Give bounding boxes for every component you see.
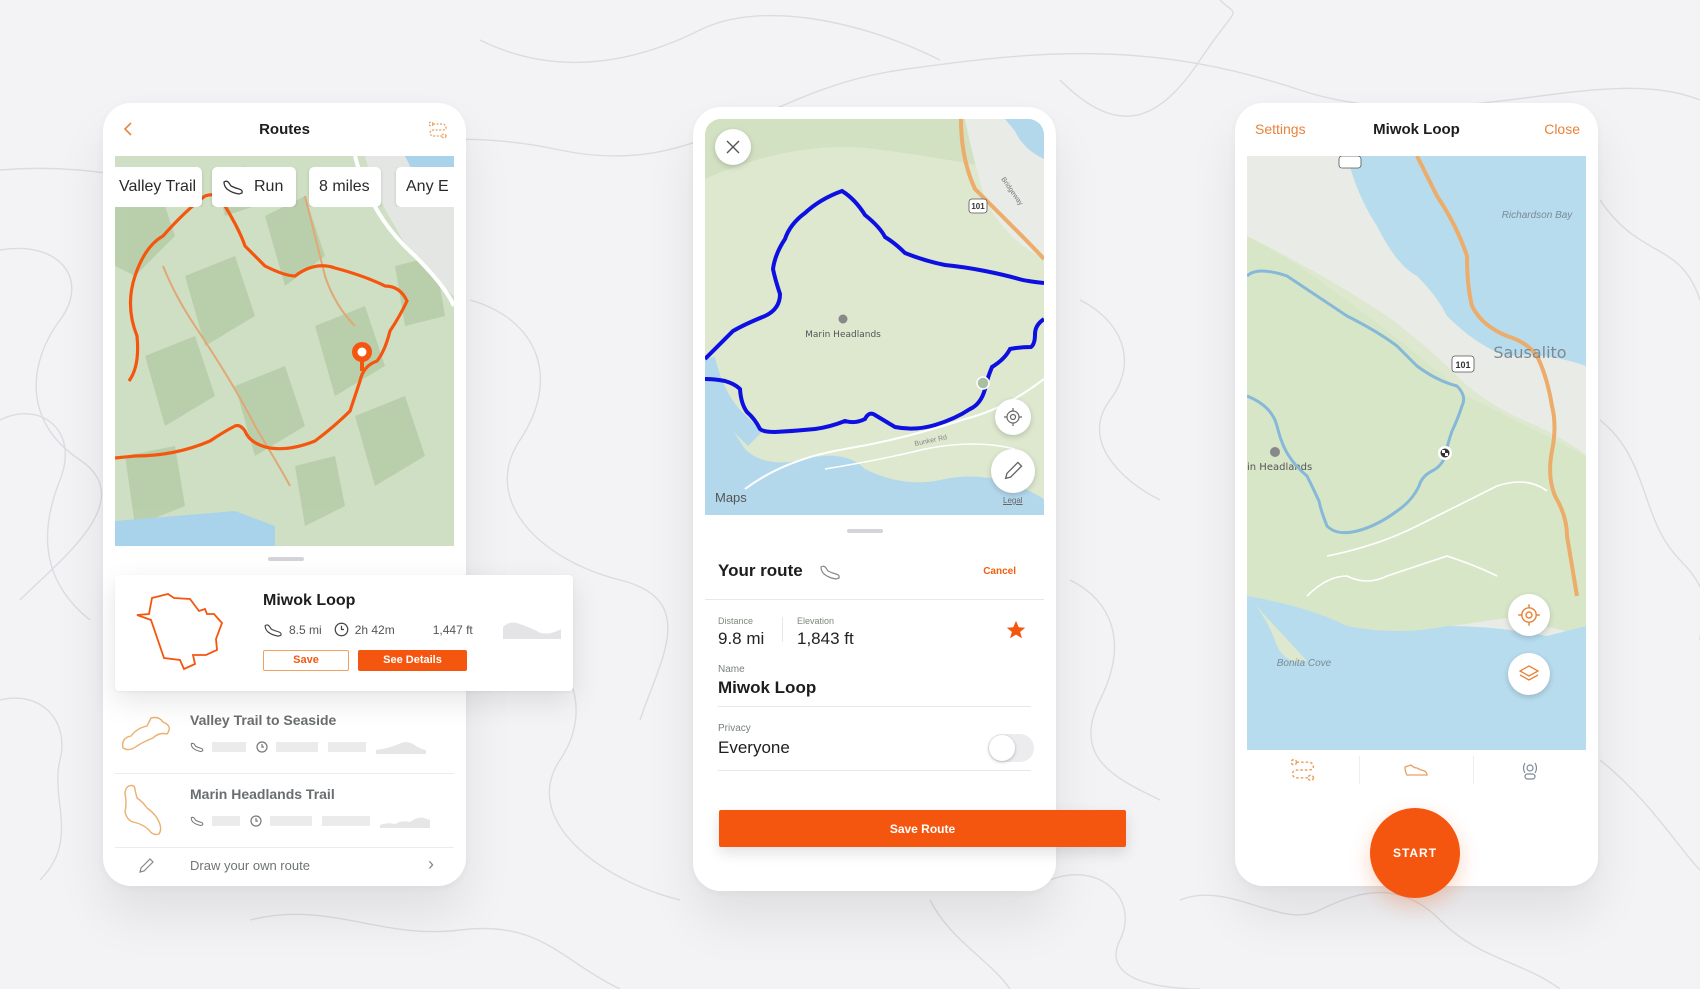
navigation-map[interactable]: 101 Richardson Bay Sausalito in Headland…: [1247, 156, 1586, 750]
close-button[interactable]: Close: [1544, 121, 1580, 137]
tab-beacon[interactable]: [1474, 756, 1586, 784]
routes-header: Routes: [103, 103, 466, 156]
shoe-icon: [820, 565, 840, 580]
maps-attribution: Maps: [715, 490, 747, 505]
close-icon: [726, 140, 740, 154]
chevron-left-icon: [123, 122, 132, 136]
elevation-sparkline: [376, 742, 426, 754]
skeleton-placeholder: [212, 742, 246, 752]
tab-activity[interactable]: [1360, 756, 1474, 784]
map-place-label: Marin Headlands: [805, 330, 881, 340]
filter-chips: Valley Trail Run 8 miles Any E: [115, 167, 454, 207]
highway-shield-top: [1338, 156, 1362, 169]
layers-icon: [1518, 665, 1540, 681]
route-name: Miwok Loop: [263, 592, 356, 609]
legal-link[interactable]: Legal: [1003, 496, 1023, 505]
back-button[interactable]: [123, 121, 133, 140]
privacy-toggle[interactable]: [988, 734, 1034, 762]
elevation-sparkline: [380, 817, 430, 828]
route-name-field[interactable]: Miwok Loop: [718, 678, 816, 698]
pencil-icon: [139, 858, 154, 873]
shoe-icon: [1404, 764, 1429, 776]
draw-route-row[interactable]: Draw your own route ›: [115, 846, 454, 886]
shoe-icon: [190, 816, 204, 826]
route-thumbnail: [121, 716, 170, 751]
tab-route[interactable]: [1247, 756, 1361, 784]
routes-map[interactable]: [115, 156, 454, 546]
record-screen: Settings Miwok Loop Close 101 Richardson…: [1235, 103, 1598, 886]
crosshair-icon: [1518, 604, 1540, 626]
town-label: Sausalito: [1493, 343, 1566, 362]
map-layers-button[interactable]: [1508, 653, 1550, 695]
route-name: Marin Headlands Trail: [190, 786, 335, 802]
highway-shield: 101: [971, 202, 985, 211]
list-item[interactable]: Marin Headlands Trail: [115, 774, 454, 848]
water-label: Bonita Cove: [1277, 658, 1332, 669]
crosshair-icon: [1004, 408, 1022, 426]
divider: [705, 599, 1044, 600]
route-options-button[interactable]: [428, 121, 448, 142]
shoe-icon: [190, 742, 204, 752]
clock-icon: [334, 622, 349, 637]
chevron-right-icon: ›: [428, 854, 434, 874]
filter-chip-distance[interactable]: 8 miles: [309, 167, 381, 207]
route-elevation: 1,447 ft: [432, 622, 473, 637]
route-thumbnail: [124, 784, 162, 836]
route-duration: 2h 42m: [354, 622, 395, 637]
route-map[interactable]: 101 Bridgeway Bunker Rd Marin Headlands …: [705, 119, 1044, 515]
elevation-value: 1,843 ft: [797, 629, 854, 648]
clock-icon: [256, 741, 268, 753]
create-route-screen: 101 Bridgeway Bunker Rd Marin Headlands …: [693, 107, 1056, 891]
cancel-button[interactable]: Cancel: [983, 566, 1016, 577]
distance-value: 9.8 mi: [718, 629, 765, 648]
route-distance: 8.5 mi: [289, 622, 322, 637]
sheet-handle[interactable]: [268, 557, 304, 561]
page-title: Miwok Loop: [1373, 121, 1460, 138]
beacon-icon: [1522, 762, 1537, 780]
locate-button[interactable]: [995, 399, 1031, 435]
route-name: Valley Trail to Seaside: [190, 712, 337, 728]
filter-chip-activity[interactable]: Run: [212, 167, 296, 207]
page-title: Routes: [259, 121, 310, 138]
skeleton-placeholder: [328, 742, 366, 752]
highway-shield: 101: [1455, 360, 1470, 370]
start-button[interactable]: START: [1370, 808, 1460, 898]
record-header: Settings Miwok Loop Close: [1235, 103, 1598, 156]
settings-button[interactable]: Settings: [1255, 121, 1306, 137]
save-route-button[interactable]: Save Route: [719, 810, 1126, 847]
routes-screen: Routes Valley Trail Run 8 miles Any E Va…: [103, 103, 466, 886]
sheet-handle[interactable]: [847, 529, 883, 533]
star-icon[interactable]: [1005, 619, 1027, 641]
filter-chip-elevation[interactable]: Any E: [396, 167, 454, 207]
skeleton-placeholder: [270, 816, 312, 826]
route-thumbnail: [136, 593, 224, 671]
skeleton-placeholder: [322, 816, 370, 826]
finish-flag-marker: [1438, 446, 1452, 460]
elevation-sparkline: [503, 622, 561, 639]
clock-icon: [250, 815, 262, 827]
skeleton-placeholder: [212, 816, 240, 826]
shoe-icon: [264, 623, 282, 637]
featured-route-card[interactable]: Miwok Loop 8.5 mi 2h 42m 1,447 ft Save S…: [115, 575, 573, 691]
route-icon: [1290, 758, 1315, 782]
recenter-button[interactable]: [1508, 594, 1550, 636]
edit-route-button[interactable]: [991, 449, 1035, 493]
sheet-title: Your route: [718, 561, 803, 580]
see-details-button[interactable]: See Details: [358, 650, 467, 671]
save-button[interactable]: Save: [263, 650, 349, 671]
pencil-icon: [1004, 461, 1023, 480]
filter-chip-trail[interactable]: Valley Trail: [115, 167, 202, 207]
shoe-icon: [223, 180, 243, 195]
tab-bar: [1247, 750, 1586, 790]
privacy-value: Everyone: [718, 738, 790, 757]
water-label: Richardson Bay: [1502, 210, 1574, 221]
route-icon: [428, 121, 447, 139]
close-button[interactable]: [715, 129, 751, 165]
skeleton-placeholder: [276, 742, 318, 752]
list-item[interactable]: Valley Trail to Seaside: [115, 700, 454, 774]
